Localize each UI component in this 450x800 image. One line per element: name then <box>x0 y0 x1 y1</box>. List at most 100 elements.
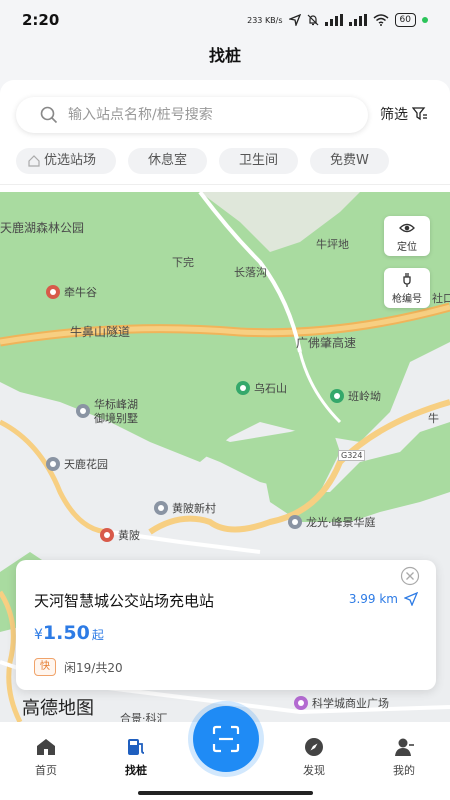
poi-label: 科学城商业广场 <box>312 697 389 710</box>
tag-item[interactable]: 优选站场 <box>16 148 117 174</box>
status-icons: 233 KB/s 60 <box>247 13 428 27</box>
fast-charge-badge: 快 <box>34 658 56 676</box>
poi-label: 班岭坳 <box>348 390 381 403</box>
poi-marker[interactable]: 黄陂新村 <box>154 500 216 516</box>
poi-marker[interactable]: 黄陂 <box>100 527 140 543</box>
map-label: 天鹿湖森林公园 <box>0 221 85 235</box>
station-name: 天河智慧城公交站场充电站 <box>34 592 215 610</box>
poi-pin-icon <box>294 696 308 710</box>
poi-pin-icon <box>100 528 114 542</box>
mute-bell-icon <box>307 14 318 26</box>
search-input[interactable] <box>68 107 338 123</box>
poi-marker[interactable]: 龙光·峰景华庭 <box>288 514 376 530</box>
user-icon <box>395 738 414 756</box>
poi-label: 龙光·峰景华庭 <box>306 516 376 529</box>
distance-button[interactable]: 3.99 km <box>349 592 418 606</box>
search-box[interactable] <box>16 97 368 133</box>
status-time: 2:20 <box>22 11 60 29</box>
map-provider-logo: 高德地图 <box>22 698 94 719</box>
price-value: 1.50 <box>42 622 90 644</box>
net-speed: 233 KB/s <box>247 15 283 25</box>
scan-button[interactable] <box>193 706 259 772</box>
eye-locate-icon <box>399 223 415 232</box>
home-indicator <box>138 791 313 795</box>
location-arrow-icon <box>288 14 301 26</box>
poi-marker[interactable]: 牵牛谷 <box>46 284 97 300</box>
poi-pin-icon <box>46 285 60 299</box>
house-icon <box>28 155 40 167</box>
tab-profile[interactable]: 我的 <box>374 736 434 778</box>
gun-number-button[interactable]: 枪编号 <box>384 268 430 308</box>
wifi-icon <box>373 14 389 26</box>
map-label: 下完 <box>172 256 194 269</box>
close-icon[interactable] <box>400 566 420 586</box>
map-label: 牛 <box>428 412 439 425</box>
scan-icon <box>212 725 240 753</box>
poi-marker[interactable]: 乌石山 <box>236 380 287 396</box>
tab-label: 发现 <box>303 764 325 777</box>
tag-list: 优选站场 休息室 卫生间 免费W <box>16 148 450 174</box>
poi-label: 黄陂新村 <box>172 502 216 515</box>
poi-label: 乌石山 <box>254 382 287 395</box>
status-bar: 2:20 233 KB/s 60 <box>0 0 450 40</box>
tag-label: 免费W <box>330 153 369 168</box>
signal-icon <box>324 14 343 26</box>
poi-pin-icon <box>236 381 250 395</box>
charger-availability: 快 闲19/共20 <box>34 658 123 676</box>
tab-label: 我的 <box>393 764 415 777</box>
divider <box>0 184 450 185</box>
station-card[interactable]: 天河智慧城公交站场充电站 3.99 km ¥ 1.50 起 快 闲19/共20 <box>16 560 436 690</box>
map-label: 广佛肇高速 <box>296 336 357 350</box>
tab-home[interactable]: 首页 <box>16 736 76 778</box>
gun-number-label: 枪编号 <box>392 293 422 305</box>
home-icon <box>37 739 55 755</box>
locate-label: 定位 <box>397 241 417 253</box>
poi-marker[interactable]: 科学城商业广场 <box>294 695 389 711</box>
map-label: G324 <box>338 450 366 461</box>
signal-hd-icon <box>348 14 367 26</box>
tag-label: 卫生间 <box>239 153 279 168</box>
tag-item[interactable]: 卫生间 <box>219 148 299 174</box>
search-icon <box>40 106 58 124</box>
map-label: 长落沟 <box>234 266 267 279</box>
station-price: ¥ 1.50 起 <box>34 622 104 644</box>
locate-button[interactable]: 定位 <box>384 216 430 256</box>
tag-label: 优选站场 <box>44 153 97 168</box>
tag-label: 休息室 <box>148 153 188 168</box>
poi-marker[interactable]: 天鹿花园 <box>46 456 108 472</box>
price-suffix: 起 <box>91 628 104 642</box>
tab-label: 找桩 <box>125 764 147 777</box>
navigate-arrow-icon <box>404 592 418 606</box>
notification-dot-icon <box>422 17 428 23</box>
poi-pin-icon <box>154 501 168 515</box>
poi-pin-icon <box>330 389 344 403</box>
poi-marker[interactable]: 班岭坳 <box>330 388 381 404</box>
battery-icon: 60 <box>394 13 416 27</box>
page-title: 找桩 <box>0 40 450 72</box>
map-label: 合景·科汇 <box>120 712 168 722</box>
poi-pin-icon <box>76 404 90 418</box>
charging-gun-icon <box>403 272 411 287</box>
poi-label: 黄陂 <box>118 529 140 542</box>
charger-icon <box>128 739 145 755</box>
tab-discover[interactable]: 发现 <box>284 736 344 778</box>
tag-item[interactable]: 免费W <box>310 148 389 174</box>
poi-label: 华标峰湖 御境别墅 <box>94 398 138 425</box>
tab-find-charger[interactable]: 找桩 <box>106 736 166 778</box>
poi-pin-icon <box>46 457 60 471</box>
compass-icon <box>305 738 323 756</box>
poi-pin-icon <box>288 515 302 529</box>
poi-marker[interactable]: 华标峰湖 御境别墅 <box>76 398 138 426</box>
price-currency: ¥ <box>34 627 43 643</box>
poi-label: 天鹿花园 <box>64 458 108 471</box>
filter-icon <box>412 107 427 121</box>
availability-text: 闲19/共20 <box>64 660 123 675</box>
filter-label: 筛选 <box>380 107 408 123</box>
tag-item[interactable]: 休息室 <box>128 148 208 174</box>
station-distance: 3.99 km <box>348 592 398 606</box>
map-label: 牛鼻山隧道 <box>70 325 131 339</box>
filter-button[interactable]: 筛选 <box>380 104 428 124</box>
map-label: 社口 <box>432 292 450 305</box>
map-label: 牛坪地 <box>316 238 349 251</box>
poi-label: 牵牛谷 <box>64 286 97 299</box>
